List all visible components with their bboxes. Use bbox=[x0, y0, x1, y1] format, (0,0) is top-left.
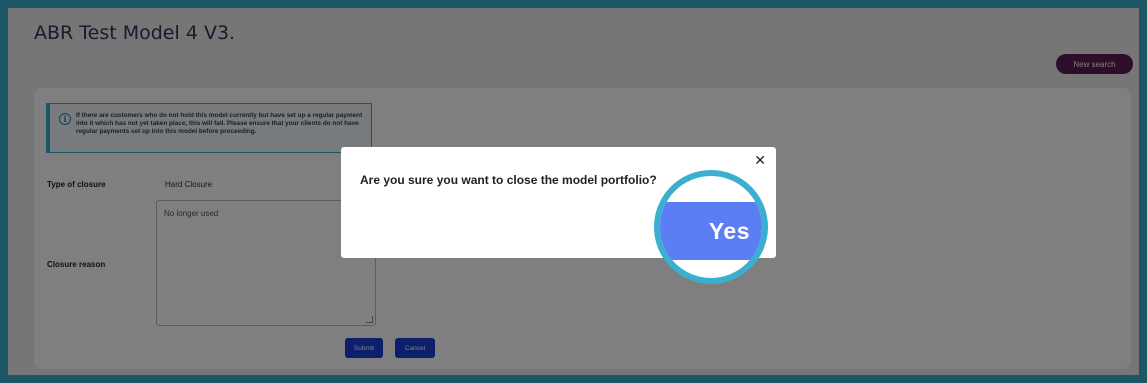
zoom-magnifier: Yes bbox=[654, 170, 768, 284]
dialog-question: Are you sure you want to close the model… bbox=[360, 173, 657, 187]
close-icon[interactable]: ✕ bbox=[754, 153, 766, 169]
yes-button[interactable]: Yes bbox=[660, 202, 762, 260]
